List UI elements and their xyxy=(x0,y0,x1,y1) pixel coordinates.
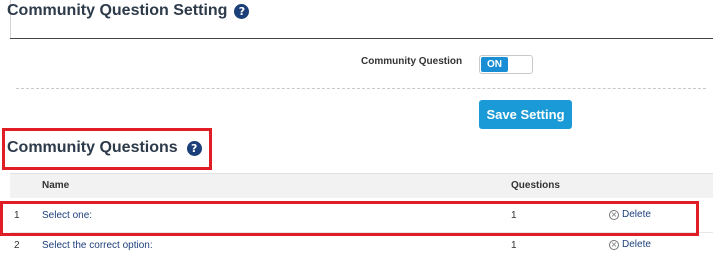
settings-title-block: Community Question Setting ? xyxy=(7,2,250,20)
toggle-on-label: ON xyxy=(481,57,508,72)
column-header-questions: Questions xyxy=(511,180,560,191)
help-icon[interactable]: ? xyxy=(234,3,250,19)
divider xyxy=(10,38,713,39)
highlight-box-row xyxy=(0,201,699,236)
highlight-box-title xyxy=(2,128,212,170)
community-question-toggle[interactable]: ON xyxy=(479,55,533,74)
delete-link[interactable]: × Delete xyxy=(609,239,651,250)
close-circle-icon: × xyxy=(609,239,619,250)
save-setting-button[interactable]: Save Setting xyxy=(479,100,572,129)
table-header xyxy=(10,173,713,198)
question-name-link[interactable]: Select the correct option: xyxy=(42,240,153,251)
row-index: 2 xyxy=(14,240,20,251)
delete-label: Delete xyxy=(622,239,651,250)
question-count: 1 xyxy=(511,240,517,251)
settings-title: Community Question Setting xyxy=(7,2,228,19)
column-header-name: Name xyxy=(42,180,70,191)
dashed-divider xyxy=(16,88,706,89)
page: Community Question Setting ? Community Q… xyxy=(0,0,713,266)
community-question-label: Community Question xyxy=(361,56,463,67)
